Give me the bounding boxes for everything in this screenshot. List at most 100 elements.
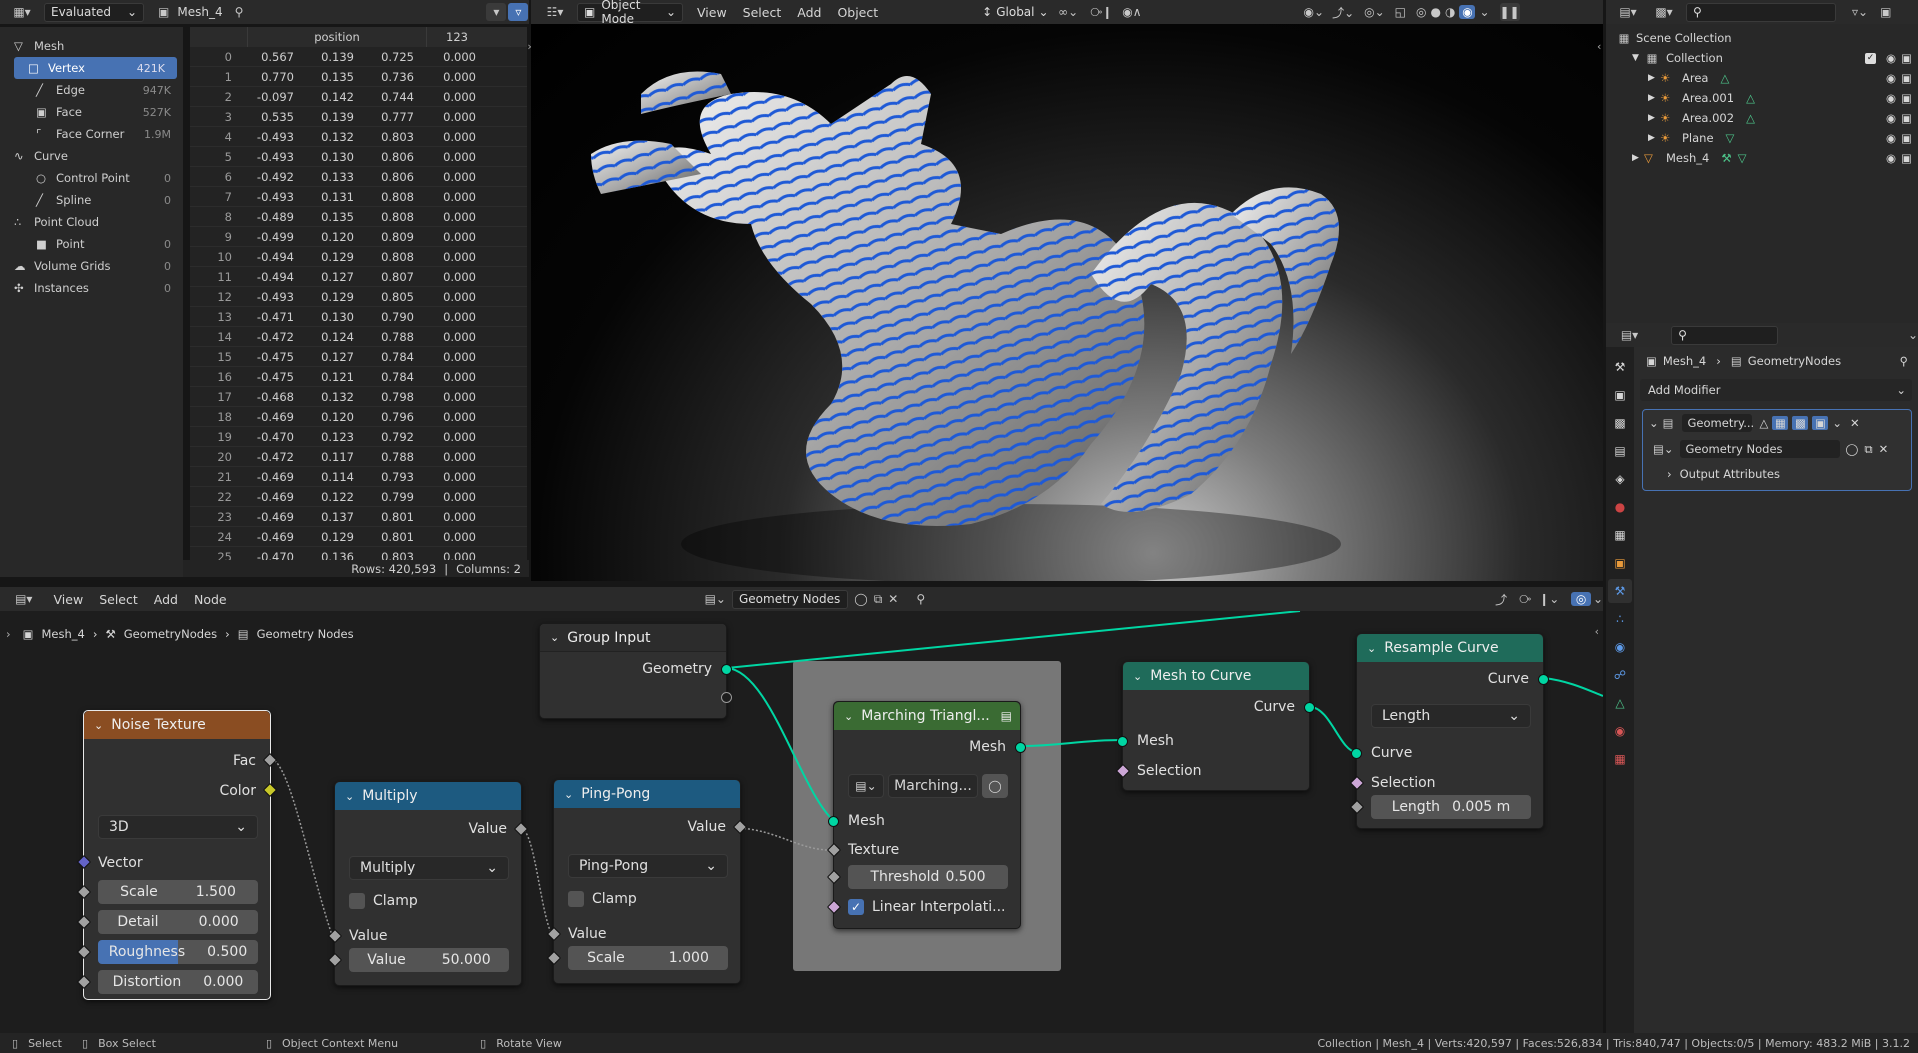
- checkbox-checked[interactable]: ✓: [848, 899, 864, 915]
- outliner-scene-collection[interactable]: ▦ Scene Collection: [1606, 28, 1918, 48]
- mesh-input-socket[interactable]: [828, 816, 839, 827]
- modifier-icon[interactable]: ⚒: [1721, 151, 1731, 165]
- collapse-chevron-icon[interactable]: ⌄: [345, 790, 354, 803]
- object-tab-icon[interactable]: ▣: [1608, 551, 1632, 575]
- distortion-field[interactable]: Distortion 0.000: [98, 970, 258, 994]
- material-shading-icon[interactable]: ◑: [1445, 5, 1455, 19]
- marching-triangles-node[interactable]: ⌄ Marching Triangl... ▤ Mesh ▤⌄ Marching…: [826, 701, 1026, 929]
- value-field[interactable]: Value 50.000: [349, 948, 509, 972]
- output-attributes-subpanel[interactable]: › Output Attributes: [1643, 462, 1911, 486]
- duplicate-icon[interactable]: ⧉: [1864, 442, 1872, 457]
- node-tree-browse-icon[interactable]: ▤⌄: [705, 592, 726, 606]
- node-group-name-field[interactable]: Marching...: [888, 774, 978, 798]
- outliner-item[interactable]: ▶ ☀ Area △ ◉ ▣: [1606, 68, 1918, 88]
- material-tab-icon[interactable]: ◉: [1608, 719, 1632, 743]
- scale-field[interactable]: Scale 1.000: [568, 946, 728, 970]
- output-tab-icon[interactable]: ▩: [1608, 411, 1632, 435]
- object-data-icon[interactable]: △: [1720, 71, 1729, 85]
- resample-mode-dropdown[interactable]: Length ⌄: [1371, 704, 1531, 728]
- data-set-item[interactable]: ∿ Curve: [0, 145, 183, 167]
- ping-pong-node[interactable]: ⌄ Ping-Pong Value Ping-Pong ⌄ Clamp Value…: [546, 779, 748, 984]
- world-tab-icon[interactable]: ●: [1608, 495, 1632, 519]
- pivot-icon[interactable]: ∞⌄: [1058, 5, 1078, 19]
- viewport-menu-add[interactable]: Add: [789, 5, 829, 20]
- viewport-menu-select[interactable]: Select: [735, 5, 790, 20]
- data-set-item[interactable]: ╱ Edge 947K: [0, 79, 183, 101]
- cage-toggle-icon[interactable]: ▦: [1772, 416, 1789, 430]
- visibility-eye-icon[interactable]: ◉: [1886, 91, 1896, 105]
- data-set-item[interactable]: ○ Control Point 0: [0, 167, 183, 189]
- expand-arrow-icon[interactable]: ▶: [1648, 93, 1660, 103]
- outliner-filter-icon[interactable]: ▿⌄: [1852, 5, 1868, 19]
- particles-tab-icon[interactable]: ∴: [1608, 607, 1632, 631]
- node-menu-add[interactable]: Add: [146, 592, 186, 607]
- node-group-field[interactable]: Geometry Nodes: [1679, 440, 1840, 458]
- collapse-chevron-icon[interactable]: ⌄: [1367, 642, 1376, 655]
- expand-arrow-icon[interactable]: ▶: [1648, 73, 1660, 83]
- outliner-item[interactable]: ▶ ▽ Mesh_4 ⚒ ▽ ◉ ▣: [1606, 148, 1918, 168]
- visibility-eye-icon[interactable]: ◉: [1886, 151, 1896, 165]
- properties-search-input[interactable]: ⚲: [1671, 325, 1778, 345]
- view-layer-tab-icon[interactable]: ▤: [1608, 439, 1632, 463]
- data-tab-icon[interactable]: △: [1608, 691, 1632, 715]
- collapse-chevron-icon[interactable]: ⌄: [94, 719, 103, 732]
- mesh-input-socket[interactable]: [1117, 736, 1128, 747]
- data-set-item[interactable]: ▣ Face 527K: [0, 101, 183, 123]
- multiply-node[interactable]: ⌄ Multiply Value Multiply ⌄ Clamp Value V…: [327, 781, 529, 986]
- node-menu-view[interactable]: View: [46, 592, 92, 607]
- detail-field[interactable]: Detail 0.000: [98, 910, 258, 934]
- ping-pong-header[interactable]: ⌄ Ping-Pong: [554, 780, 740, 808]
- roughness-field[interactable]: Roughness 0.500: [98, 940, 258, 964]
- snap-icon[interactable]: ⧂❙: [1090, 5, 1112, 20]
- collapse-arrow-icon[interactable]: ⌄: [1649, 416, 1659, 430]
- collapse-chevron-icon[interactable]: ⌄: [844, 710, 853, 723]
- transform-orientation-dropdown[interactable]: ↕ Global ⌄: [976, 3, 1052, 22]
- expand-arrow-icon[interactable]: ▶: [1648, 113, 1660, 123]
- display-mode-icon[interactable]: ▩▾: [1650, 5, 1678, 19]
- resample-curve-header[interactable]: ⌄ Resample Curve: [1357, 634, 1543, 662]
- modifier-name-field[interactable]: Geometry...: [1681, 414, 1754, 432]
- curve-input-socket[interactable]: [1351, 748, 1362, 759]
- evaluation-mode-dropdown[interactable]: Evaluated ⌄: [44, 2, 144, 22]
- shading-options-icon[interactable]: ⌄: [1479, 5, 1489, 19]
- node-group-selector[interactable]: ▤⌄ Marching... ◯: [848, 774, 1008, 798]
- group-input-node[interactable]: ⌄ Group Input Geometry: [539, 623, 732, 719]
- remove-modifier-icon[interactable]: ✕: [1850, 416, 1860, 430]
- texture-tab-icon[interactable]: ▦: [1608, 747, 1632, 771]
- checkbox-box[interactable]: [568, 891, 584, 907]
- pin-icon[interactable]: ⚲: [916, 592, 925, 606]
- render-camera-icon[interactable]: ▣: [1901, 51, 1912, 65]
- collapse-chevron-icon[interactable]: ⌄: [550, 631, 559, 644]
- modifier-tab-icon[interactable]: ⚒: [1608, 579, 1632, 603]
- checkbox-box[interactable]: [349, 893, 365, 909]
- outliner-search-input[interactable]: ⚲: [1686, 2, 1836, 22]
- collection-tab-icon[interactable]: ▦: [1608, 523, 1632, 547]
- filter-icon[interactable]: ▿: [508, 3, 529, 21]
- pin-icon[interactable]: ⚲: [1900, 354, 1908, 368]
- expand-arrow-icon[interactable]: ▼: [1632, 53, 1644, 63]
- collapse-chevron-icon[interactable]: ⌄: [564, 788, 573, 801]
- data-set-item[interactable]: ⌜ Face Corner 1.9M: [0, 123, 183, 145]
- unlink-icon[interactable]: ✕: [1879, 442, 1889, 456]
- node-canvas[interactable]: › ▣ Mesh_4 › ⚒ GeometryNodes › ▤ Geometr…: [0, 611, 1603, 1033]
- clamp-checkbox[interactable]: Clamp: [335, 890, 521, 912]
- viewport-canvas[interactable]: [531, 24, 1603, 581]
- viewport-sidebar-toggle[interactable]: ‹: [1597, 40, 1601, 53]
- column-header-attribute[interactable]: 123: [427, 27, 487, 47]
- visibility-icon[interactable]: ◉⌄: [1304, 5, 1325, 19]
- properties-editor-type-icon[interactable]: ▤▾: [1616, 328, 1643, 342]
- mesh-data-icon[interactable]: ▽: [1726, 131, 1735, 145]
- physics-tab-icon[interactable]: ◉: [1608, 635, 1632, 659]
- column-header-position[interactable]: position: [247, 27, 427, 47]
- operation-dropdown[interactable]: Ping-Pong ⌄: [568, 854, 728, 878]
- selected-only-filter-icon[interactable]: ▾: [486, 3, 507, 21]
- viewport-menu-object[interactable]: Object: [829, 5, 886, 20]
- unlink-icon[interactable]: ✕: [888, 592, 898, 606]
- editor-type-icon[interactable]: ▦▾: [8, 5, 36, 19]
- solid-shading-icon[interactable]: ●: [1431, 5, 1441, 19]
- noise-texture-header[interactable]: ⌄ Noise Texture: [84, 711, 270, 739]
- scene-tab-icon[interactable]: ◈: [1608, 467, 1632, 491]
- visibility-eye-icon[interactable]: ◉: [1886, 51, 1896, 65]
- edit-mode-toggle-icon[interactable]: △: [1760, 416, 1769, 430]
- expand-arrow-icon[interactable]: ▶: [1648, 133, 1660, 143]
